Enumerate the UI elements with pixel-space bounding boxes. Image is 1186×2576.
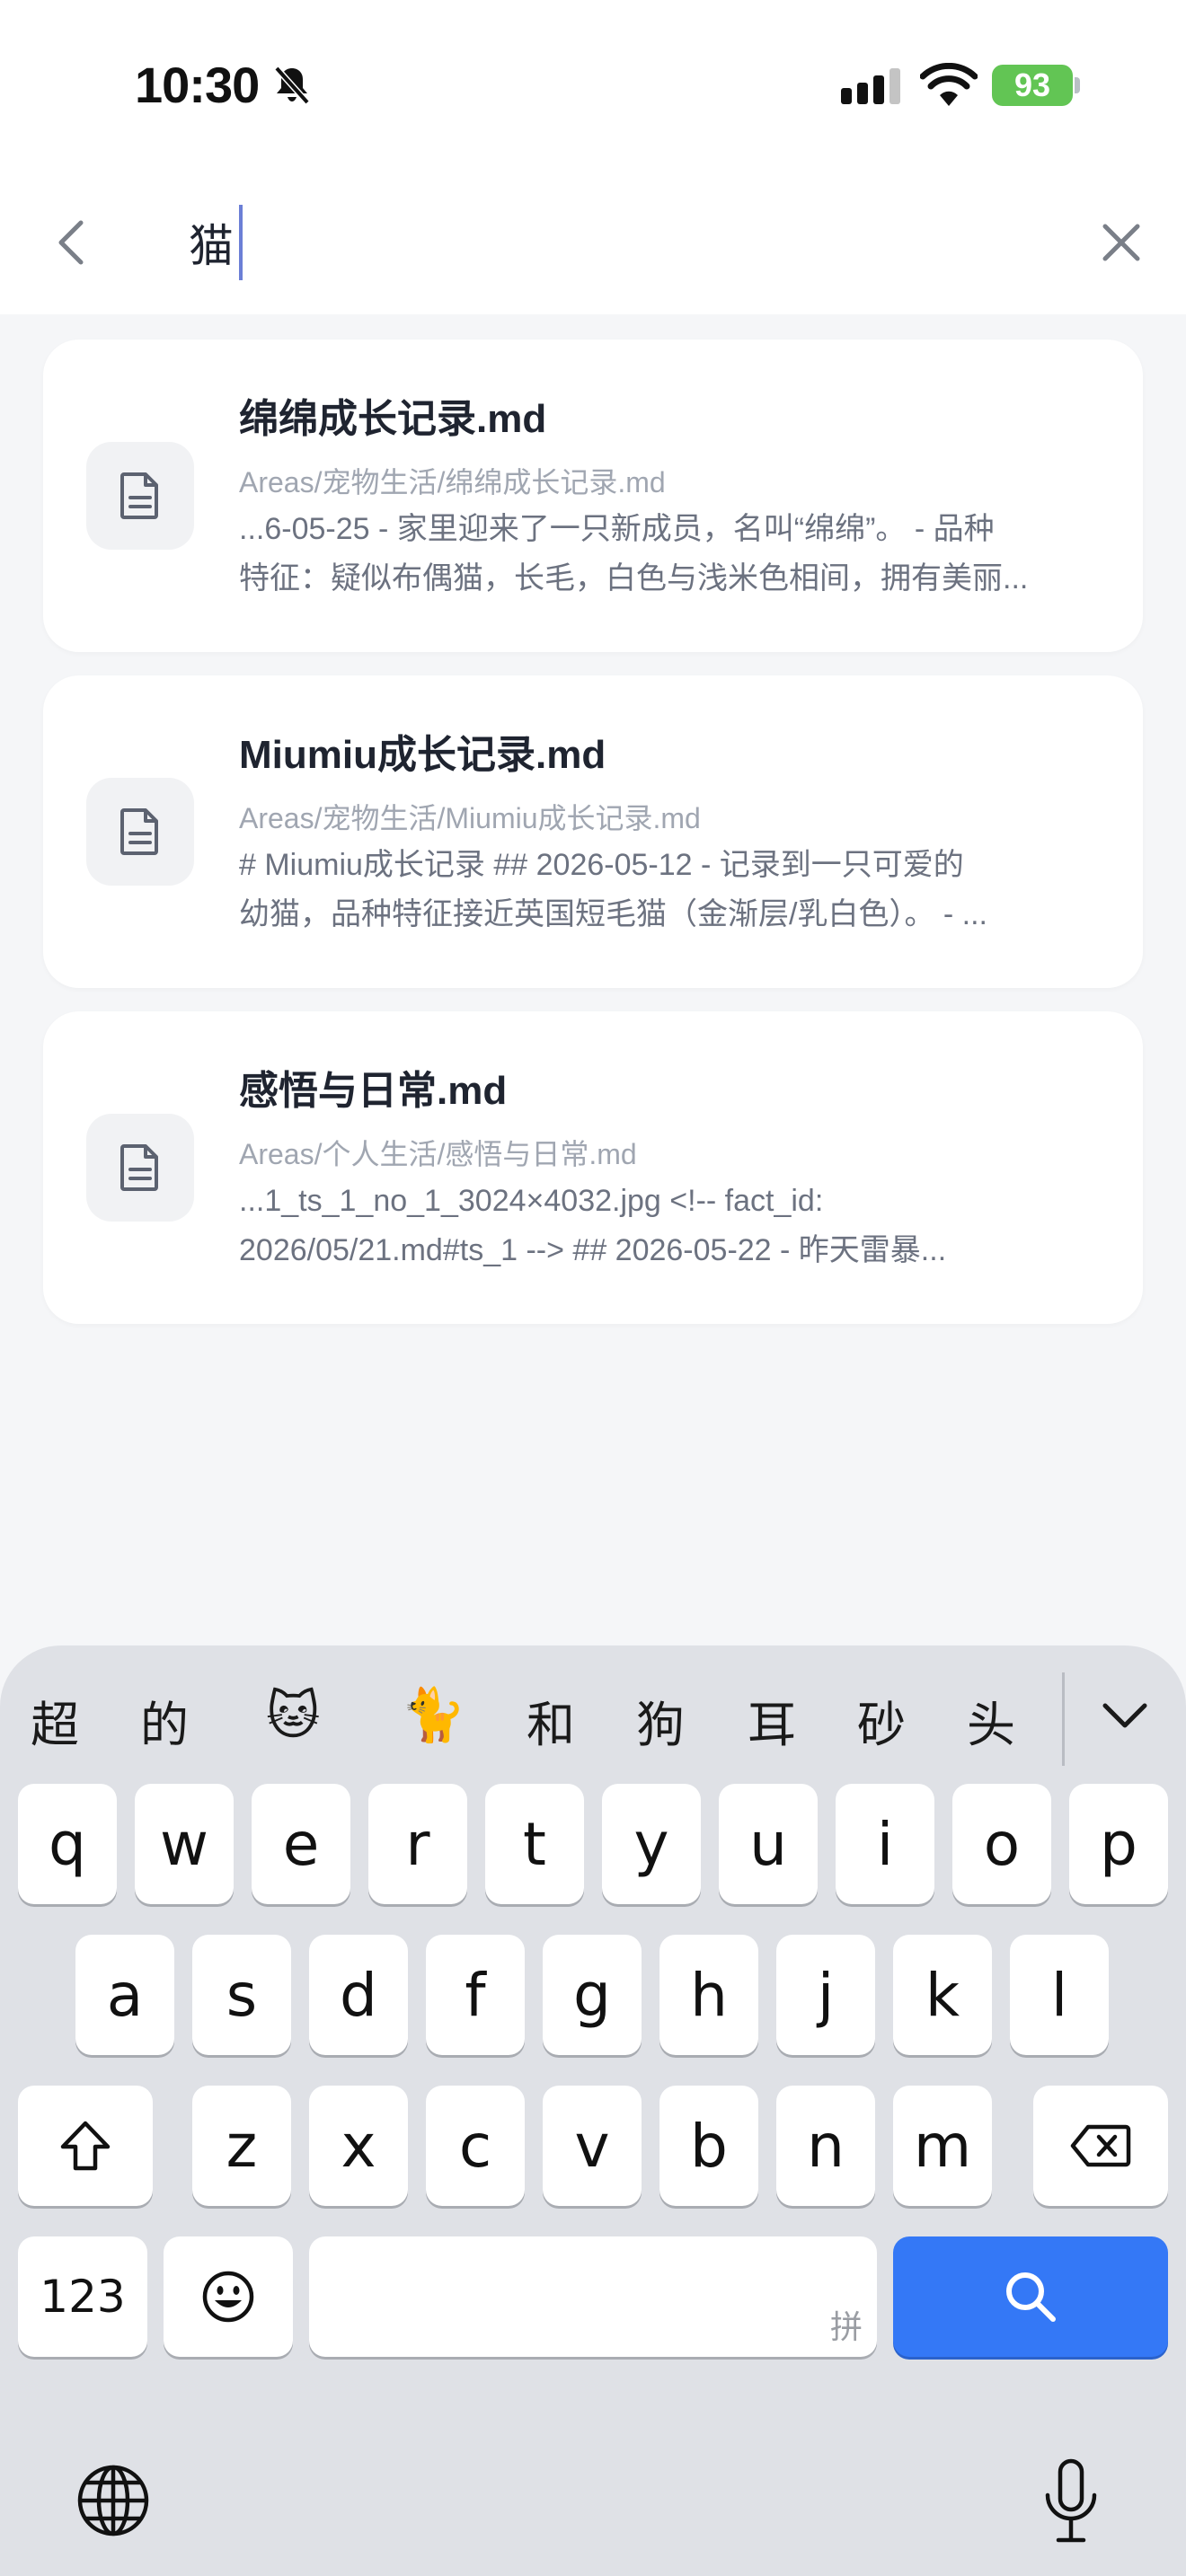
key-o[interactable]: o: [952, 1784, 1051, 1904]
key-f[interactable]: f: [426, 1935, 525, 2055]
battery-cap: [1075, 77, 1080, 93]
document-icon: [120, 808, 158, 855]
result-snippet-line: ...6-05-25 - 家里迎来了一只新成员，名叫“绵绵”。 - 品种: [239, 512, 995, 546]
numbers-key[interactable]: 123: [18, 2236, 147, 2357]
result-snippet: ...1_ts_1_no_1_3024×4032.jpg <!-- fact_i…: [239, 1177, 1134, 1275]
search-key[interactable]: [893, 2236, 1168, 2357]
key-h[interactable]: h: [659, 1935, 758, 2055]
search-header: 猫: [0, 171, 1186, 314]
collapse-candidates-button[interactable]: [1089, 1685, 1161, 1748]
space-key[interactable]: 拼: [309, 2236, 877, 2357]
back-button[interactable]: [36, 207, 108, 278]
document-icon-box: [86, 778, 194, 886]
search-result-card[interactable]: 绵绵成长记录.md Areas/宠物生活/绵绵成长记录.md ...6-05-2…: [43, 340, 1143, 652]
globe-language-button[interactable]: [75, 2463, 151, 2538]
result-title: Miumiu成长记录.md: [239, 733, 606, 777]
key-a[interactable]: a: [75, 1935, 174, 2055]
battery-level: 93: [1013, 66, 1051, 103]
pinyin-indicator: 拼: [829, 2309, 863, 2346]
candidate-word[interactable]: 狗: [636, 1685, 685, 1756]
search-result-card[interactable]: 感悟与日常.md Areas/个人生活/感悟与日常.md ...1_ts_1_n…: [43, 1011, 1143, 1324]
globe-icon: [77, 2465, 149, 2536]
dictation-button[interactable]: [1039, 2457, 1103, 2547]
search-input[interactable]: 猫: [189, 198, 1042, 287]
battery-icon: 93: [992, 65, 1073, 106]
result-snippet-line: ...1_ts_1_no_1_3024×4032.jpg <!-- fact_i…: [239, 1184, 824, 1218]
delete-key[interactable]: [1033, 2086, 1168, 2206]
key-g[interactable]: g: [543, 1935, 642, 2055]
key-s[interactable]: s: [192, 1935, 291, 2055]
text-caret: [239, 205, 243, 280]
result-path: Areas/宠物生活/Miumiu成长记录.md: [239, 802, 701, 834]
candidate-cat-face-emoji[interactable]: 🐱: [266, 1685, 320, 1746]
candidate-word[interactable]: 的: [140, 1685, 189, 1756]
clear-search-button[interactable]: [1085, 207, 1157, 278]
key-m[interactable]: m: [893, 2086, 992, 2206]
result-path: Areas/个人生活/感悟与日常.md: [239, 1138, 637, 1170]
result-snippet: ...6-05-25 - 家里迎来了一只新成员，名叫“绵绵”。 - 品种 特征：…: [239, 505, 1134, 604]
keyboard: 超 的 🐱 🐈 和 狗 耳 砂 头 q w e r t y u i o p a …: [0, 1645, 1186, 2576]
close-icon: [1102, 224, 1140, 261]
key-q[interactable]: q: [18, 1784, 117, 1904]
key-w[interactable]: w: [135, 1784, 234, 1904]
status-time: 10:30: [135, 57, 260, 113]
backspace-icon: [1070, 2124, 1131, 2167]
key-x[interactable]: x: [309, 2086, 408, 2206]
key-t[interactable]: t: [485, 1784, 584, 1904]
key-d[interactable]: d: [309, 1935, 408, 2055]
key-j[interactable]: j: [776, 1935, 875, 2055]
key-i[interactable]: i: [836, 1784, 934, 1904]
key-y[interactable]: y: [602, 1784, 701, 1904]
search-result-card[interactable]: Miumiu成长记录.md Areas/宠物生活/Miumiu成长记录.md #…: [43, 675, 1143, 988]
status-bar: 10:30 93: [0, 0, 1186, 171]
key-v[interactable]: v: [543, 2086, 642, 2206]
document-icon-box: [86, 1114, 194, 1222]
search-query-text: 猫: [189, 221, 234, 271]
result-path: Areas/宠物生活/绵绵成长记录.md: [239, 466, 666, 498]
document-icon-box: [86, 442, 194, 550]
key-e[interactable]: e: [252, 1784, 350, 1904]
candidate-word[interactable]: 头: [967, 1685, 1015, 1756]
document-icon: [120, 472, 158, 519]
key-n[interactable]: n: [776, 2086, 875, 2206]
candidate-cat-emoji[interactable]: 🐈: [401, 1685, 465, 1746]
result-snippet: # Miumiu成长记录 ## 2026-05-12 - 记录到一只可爱的 幼猫…: [239, 841, 1134, 940]
shift-key[interactable]: [18, 2086, 153, 2206]
key-z[interactable]: z: [192, 2086, 291, 2206]
search-icon: [1006, 2272, 1056, 2322]
emoji-key[interactable]: [164, 2236, 293, 2357]
result-title: 感悟与日常.md: [239, 1069, 508, 1113]
key-k[interactable]: k: [893, 1935, 992, 2055]
key-c[interactable]: c: [426, 2086, 525, 2206]
result-title: 绵绵成长记录.md: [239, 397, 547, 441]
result-snippet-line: 特征：疑似布偶猫，长毛，白色与浅米色相间，拥有美丽...: [239, 561, 1029, 595]
key-b[interactable]: b: [659, 2086, 758, 2206]
key-l[interactable]: l: [1010, 1935, 1109, 2055]
key-u[interactable]: u: [719, 1784, 818, 1904]
candidate-word[interactable]: 和: [527, 1685, 575, 1756]
chevron-down-icon: [1102, 1703, 1147, 1728]
key-r[interactable]: r: [368, 1784, 467, 1904]
candidate-word[interactable]: 超: [31, 1685, 79, 1756]
candidate-bar: 超 的 🐱 🐈 和 狗 耳 砂 头: [0, 1645, 1186, 1782]
shift-arrow-icon: [60, 2121, 111, 2171]
candidate-divider: [1062, 1672, 1065, 1766]
candidate-word[interactable]: 耳: [748, 1685, 796, 1756]
cellular-signal-icon: [841, 68, 900, 104]
key-p[interactable]: p: [1069, 1784, 1168, 1904]
result-snippet-line: 幼猫，品种特征接近英国短毛猫（金渐层/乳白色）。 - ...: [239, 897, 987, 931]
smiley-face-icon: [202, 2271, 254, 2323]
result-snippet-line: # Miumiu成长记录 ## 2026-05-12 - 记录到一只可爱的: [239, 848, 964, 882]
candidate-word[interactable]: 砂: [857, 1685, 906, 1756]
chevron-left-icon: [58, 220, 84, 265]
microphone-icon: [1045, 2458, 1097, 2543]
bell-muted-icon: [274, 66, 310, 105]
wifi-icon: [920, 63, 978, 106]
document-icon: [120, 1144, 158, 1191]
result-snippet-line: 2026/05/21.md#ts_1 --> ## 2026-05-22 - 昨…: [239, 1233, 947, 1267]
